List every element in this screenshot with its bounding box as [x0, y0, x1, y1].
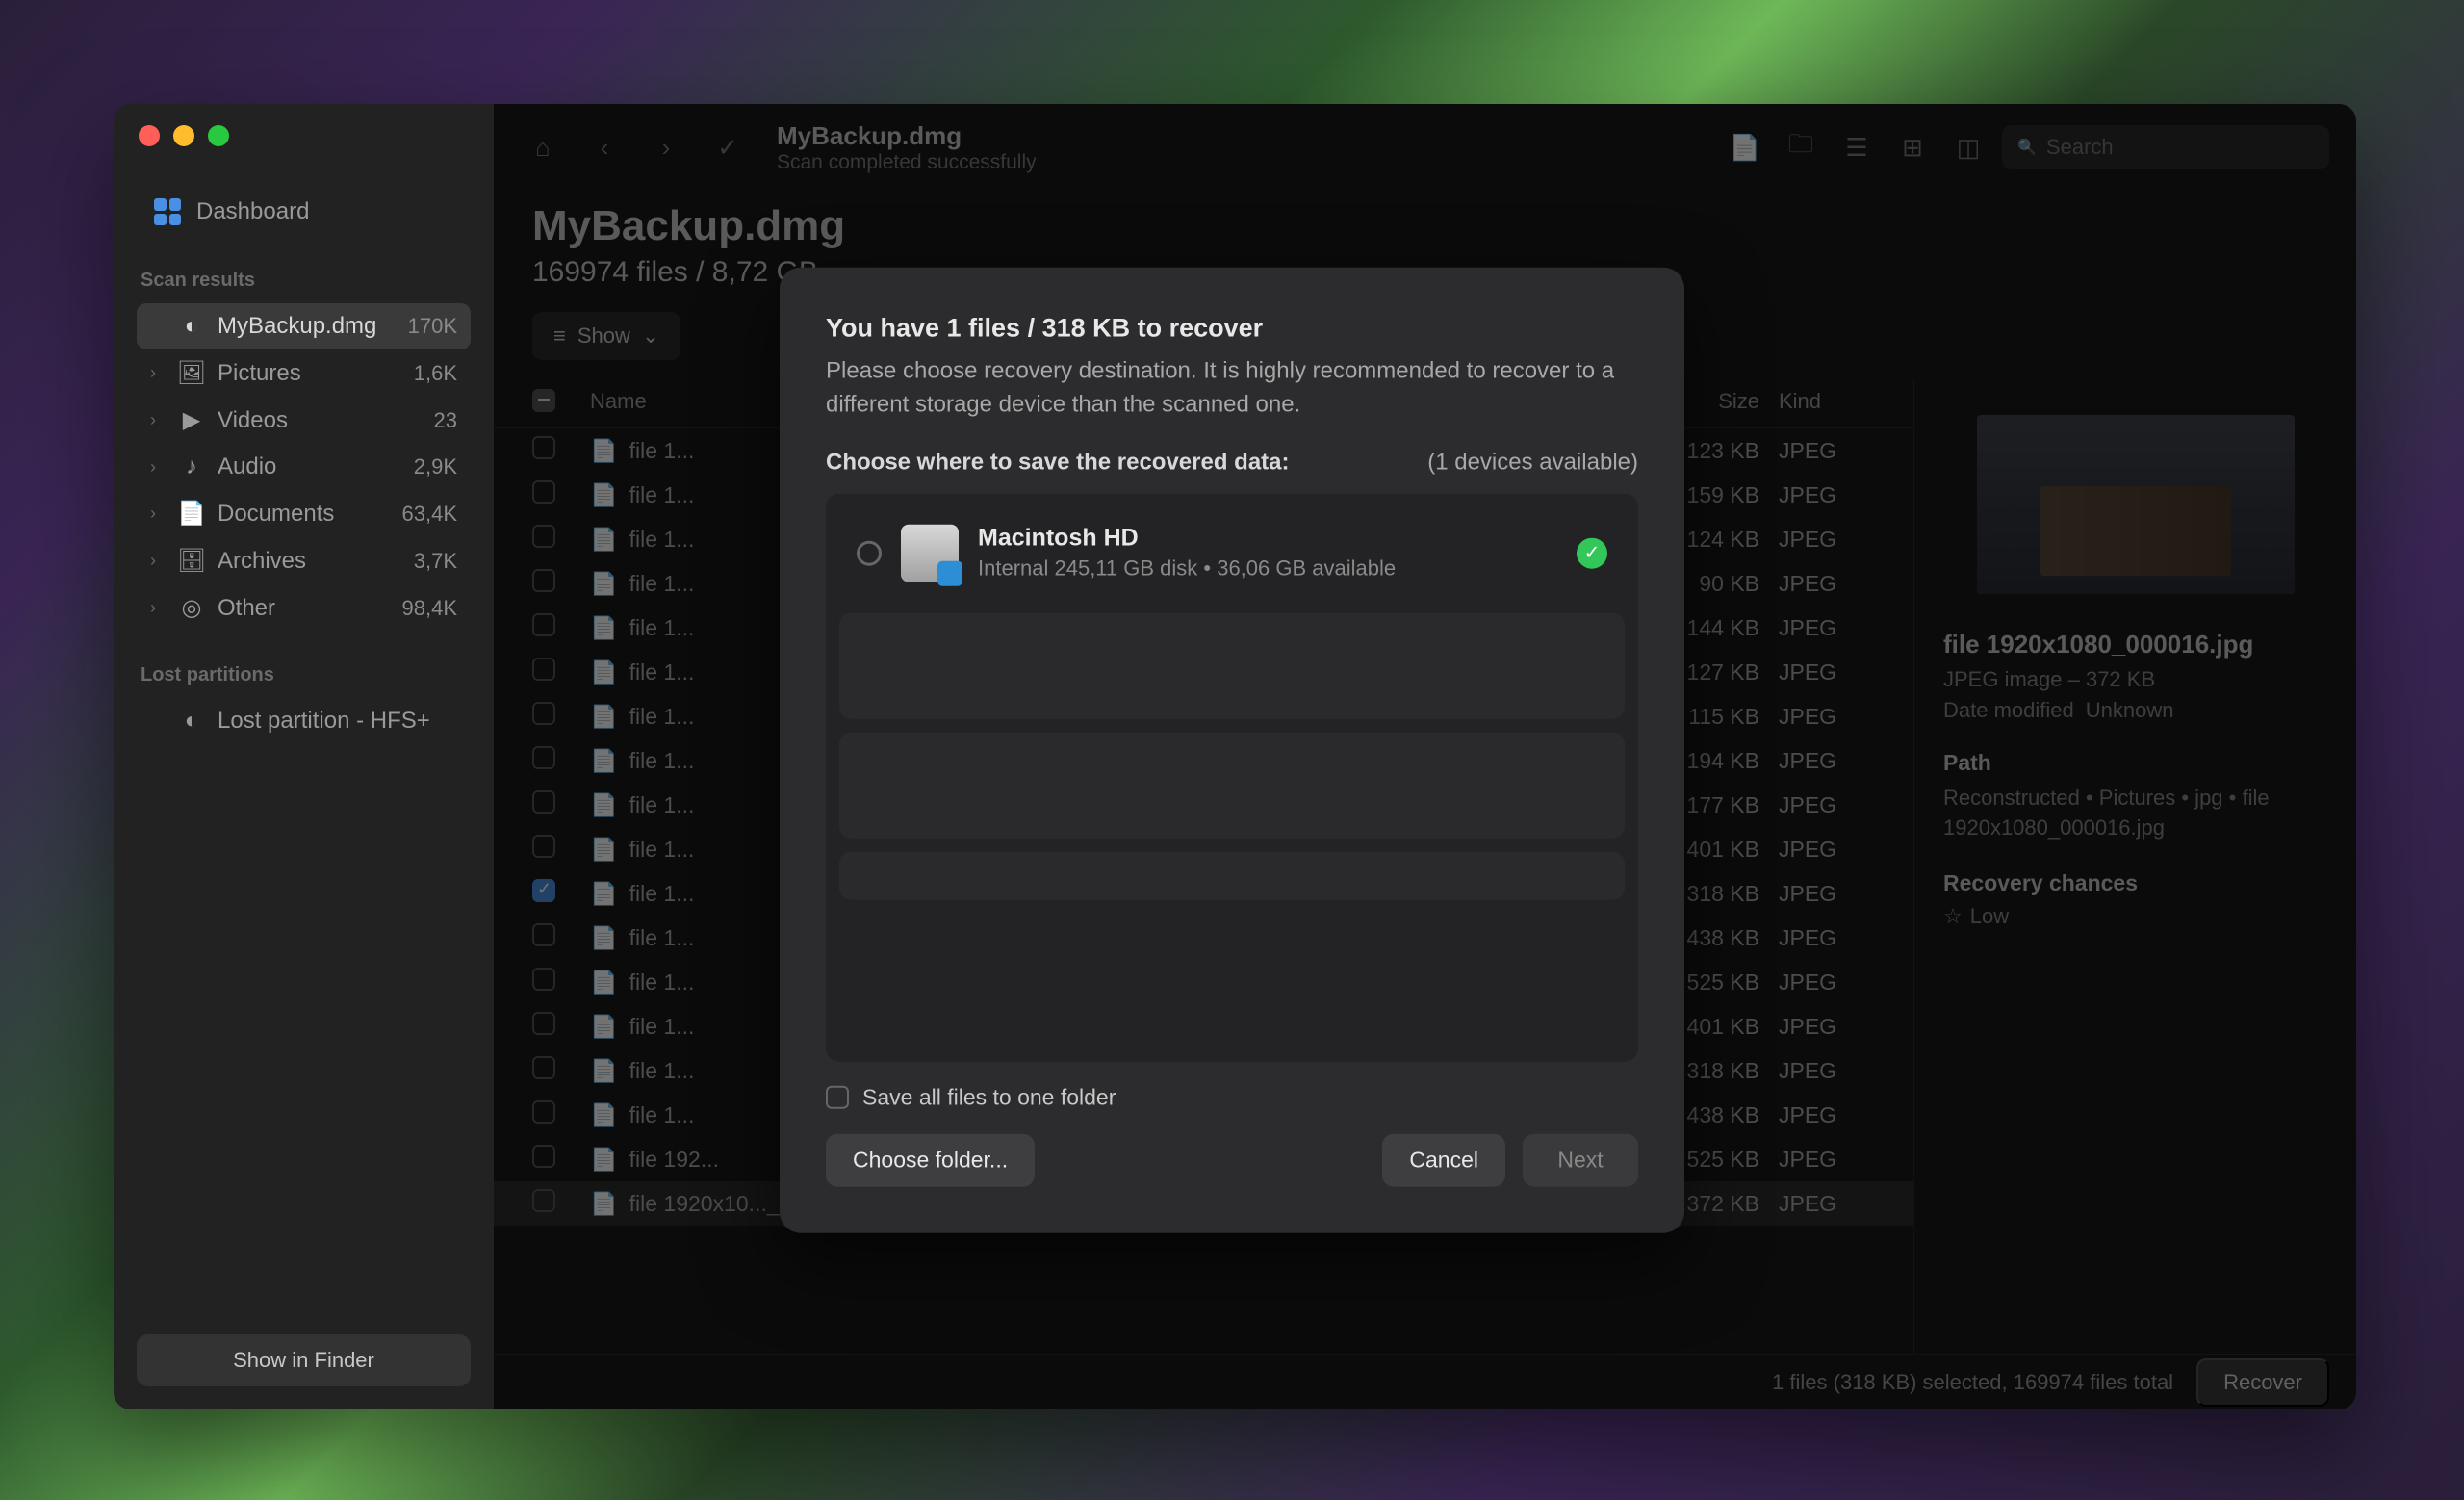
- destination-item[interactable]: Macintosh HD Internal 245,11 GB disk • 3…: [839, 506, 1625, 599]
- check-icon: ✓: [1577, 537, 1607, 568]
- choose-folder-button[interactable]: Choose folder...: [826, 1133, 1035, 1186]
- sidebar-item-pictures[interactable]: › 🖼 Pictures 1,6K: [137, 349, 471, 397]
- expand-chevron-icon[interactable]: ›: [150, 457, 166, 478]
- disk-icon: [901, 524, 959, 582]
- lost-partitions-header: Lost partitions: [137, 655, 471, 698]
- dashboard-nav-item[interactable]: Dashboard: [137, 187, 471, 237]
- sidebar: Dashboard Scan results ◐ MyBackup.dmg 17…: [114, 104, 494, 1409]
- dashboard-icon: [154, 198, 181, 225]
- expand-chevron-icon[interactable]: ›: [150, 504, 166, 524]
- destination-list: Macintosh HD Internal 245,11 GB disk • 3…: [826, 493, 1638, 1061]
- sidebar-item-label: Archives: [218, 548, 400, 575]
- sidebar-item-documents[interactable]: › 📄 Documents 63,4K: [137, 490, 471, 537]
- sidebar-item-count: 63,4K: [402, 502, 458, 527]
- destination-placeholder: [839, 612, 1625, 718]
- lost-partition-label: Lost partition - HFS+: [218, 708, 457, 735]
- archive-icon: 🗄: [179, 547, 204, 575]
- recovery-destination-modal: You have 1 files / 318 KB to recover Ple…: [780, 268, 1684, 1233]
- sidebar-item-label: Documents: [218, 501, 389, 528]
- lost-partition-item[interactable]: ◐ Lost partition - HFS+: [137, 698, 471, 744]
- destination-detail: Internal 245,11 GB disk • 36,06 GB avail…: [978, 556, 1557, 582]
- close-window-button[interactable]: [139, 125, 160, 146]
- sidebar-item-count: 23: [434, 408, 457, 433]
- sidebar-item-label: Pictures: [218, 360, 400, 387]
- destination-placeholder: [839, 732, 1625, 838]
- other-icon: ◎: [179, 594, 204, 622]
- sidebar-item-mybackupdmg[interactable]: ◐ MyBackup.dmg 170K: [137, 303, 471, 349]
- video-icon: ▶: [179, 406, 204, 434]
- audio-icon: ♪: [179, 453, 204, 480]
- dashboard-label: Dashboard: [196, 198, 309, 225]
- minimize-window-button[interactable]: [173, 125, 194, 146]
- sidebar-item-label: MyBackup.dmg: [218, 313, 395, 340]
- sidebar-item-label: Videos: [218, 407, 421, 434]
- sidebar-item-count: 1,6K: [414, 361, 457, 386]
- choose-destination-label: Choose where to save the recovered data:: [826, 449, 1290, 476]
- sidebar-item-count: 3,7K: [414, 549, 457, 574]
- sidebar-item-videos[interactable]: › ▶ Videos 23: [137, 397, 471, 444]
- expand-chevron-icon[interactable]: ›: [150, 363, 166, 383]
- save-all-checkbox[interactable]: [826, 1086, 849, 1109]
- doc-icon: 📄: [179, 500, 204, 528]
- sidebar-item-label: Other: [218, 595, 389, 622]
- sidebar-item-count: 2,9K: [414, 454, 457, 479]
- sidebar-item-audio[interactable]: › ♪ Audio 2,9K: [137, 444, 471, 490]
- cancel-button[interactable]: Cancel: [1382, 1133, 1505, 1186]
- modal-description: Please choose recovery destination. It i…: [826, 355, 1638, 423]
- sidebar-item-count: 170K: [408, 314, 457, 339]
- destination-radio[interactable]: [857, 540, 882, 565]
- sidebar-item-other[interactable]: › ◎ Other 98,4K: [137, 584, 471, 632]
- sidebar-item-label: Audio: [218, 453, 400, 480]
- window-controls: [114, 104, 494, 158]
- maximize-window-button[interactable]: [208, 125, 229, 146]
- next-button[interactable]: Next: [1523, 1133, 1638, 1186]
- destination-name: Macintosh HD: [978, 525, 1557, 553]
- expand-chevron-icon[interactable]: ›: [150, 410, 166, 430]
- drive-icon: ◐: [179, 313, 204, 340]
- destination-placeholder: [839, 851, 1625, 899]
- sidebar-item-count: 98,4K: [402, 596, 458, 621]
- scan-results-header: Scan results: [137, 260, 471, 303]
- drive-icon: ◐: [179, 708, 204, 735]
- devices-available-label: (1 devices available): [1427, 449, 1638, 476]
- image-icon: 🖼: [179, 359, 204, 387]
- expand-chevron-icon[interactable]: ›: [150, 598, 166, 618]
- show-in-finder-button[interactable]: Show in Finder: [137, 1334, 471, 1386]
- save-all-label: Save all files to one folder: [862, 1084, 1116, 1110]
- sidebar-item-archives[interactable]: › 🗄 Archives 3,7K: [137, 537, 471, 584]
- modal-title: You have 1 files / 318 KB to recover: [826, 314, 1638, 344]
- expand-chevron-icon[interactable]: ›: [150, 551, 166, 571]
